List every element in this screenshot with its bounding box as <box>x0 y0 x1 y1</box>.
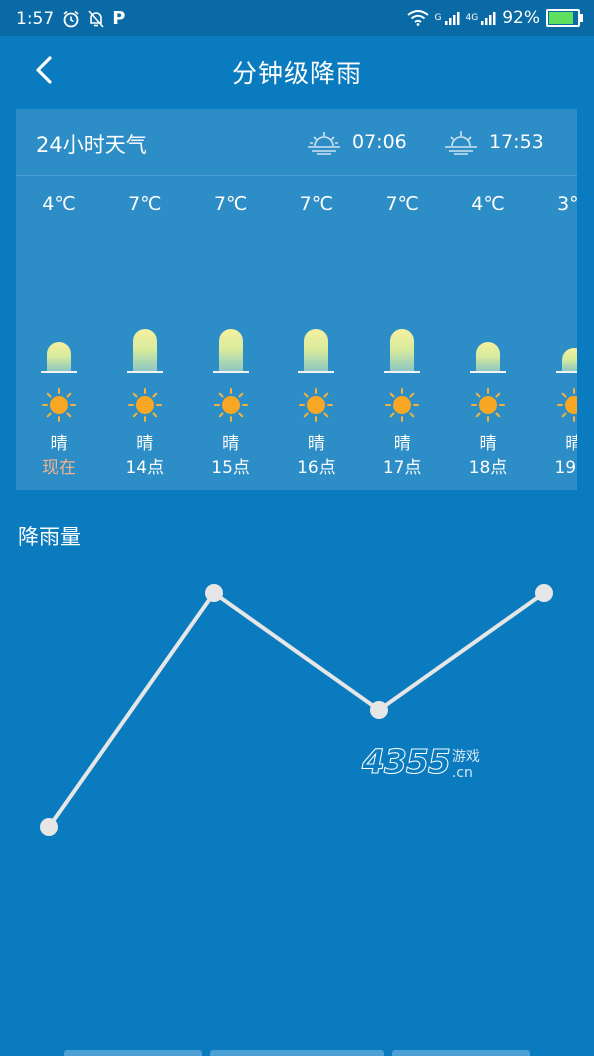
hour-condition: 晴 <box>307 434 325 454</box>
bar-baseline <box>555 371 577 373</box>
bar-baseline <box>384 371 421 373</box>
signal-4g-icon <box>481 12 496 25</box>
rainfall-point <box>205 584 223 602</box>
sunset: 17:53 <box>443 129 544 155</box>
hour-temp: 7℃ <box>213 193 248 215</box>
sunrise: 07:06 <box>306 129 407 155</box>
sun-icon <box>213 388 248 422</box>
bar-baseline <box>212 371 249 373</box>
hour-condition: 晴 <box>393 434 411 454</box>
hour-column[interactable]: 7℃ 晴 17点 <box>359 189 445 489</box>
sun-icon <box>471 388 505 422</box>
temp-bar <box>390 329 415 371</box>
tab-hint-1[interactable] <box>64 1050 202 1056</box>
page-title: 分钟级降雨 <box>231 59 362 88</box>
temp-bar <box>47 342 71 371</box>
rainfall-chart <box>40 584 553 836</box>
alarm-icon <box>63 10 79 27</box>
temp-bar <box>132 329 157 371</box>
hour-column[interactable]: 7℃ 晴 14点 <box>102 189 188 489</box>
temp-bar <box>561 348 577 371</box>
forecast-header: 24小时天气 07:06 17:53 <box>16 109 577 176</box>
tab-hint-3[interactable] <box>392 1050 530 1056</box>
forecast-title: 24小时天气 <box>36 133 147 157</box>
temp-bar <box>218 329 243 371</box>
sunset-time: 17:53 <box>489 131 544 153</box>
hour-label: 现在 <box>42 458 76 478</box>
rainfall-point <box>40 818 58 836</box>
rainfall-label: 降雨量 <box>18 525 81 549</box>
battery-icon <box>546 9 583 27</box>
hour-condition: 晴 <box>565 434 577 454</box>
bottom-tabs-hint <box>0 1050 594 1056</box>
wifi-icon <box>406 10 429 26</box>
temp-bar <box>476 342 500 371</box>
temp-bar <box>304 329 329 371</box>
title-bar: 分钟级降雨 <box>0 36 594 104</box>
hour-label: 16点 <box>297 458 336 478</box>
hour-column[interactable]: 4℃ 晴 18点 <box>445 189 531 489</box>
forecast-panel[interactable]: 24小时天气 07:06 17:53 4℃ 晴现在 7℃ 晴 14点 7℃ 晴 15点 7℃ 晴 1… <box>16 109 577 490</box>
hour-temp: 7℃ <box>385 193 419 215</box>
bar-baseline <box>126 371 163 373</box>
hour-condition: 晴 <box>479 434 497 454</box>
hour-condition: 晴 <box>222 434 240 454</box>
hour-column[interactable]: 7℃ 晴 16点 <box>273 189 359 489</box>
sun-icon <box>299 388 334 422</box>
status-left: 1:57 P <box>16 8 125 29</box>
signal-label-2: 4G <box>465 13 479 23</box>
sunrise-time: 07:06 <box>352 131 407 153</box>
hour-label: 18点 <box>468 458 508 478</box>
sun-icon <box>42 388 76 422</box>
tab-hint-2[interactable] <box>210 1050 384 1056</box>
app-badge: P <box>112 8 126 29</box>
bar-baseline <box>470 371 506 373</box>
battery-fill <box>549 12 573 24</box>
bar-baseline <box>298 371 335 373</box>
status-time: 1:57 <box>16 8 55 29</box>
rainfall-line <box>47 591 546 829</box>
sun-icon <box>556 388 577 422</box>
rainfall-point <box>535 584 553 602</box>
sunrise-icon <box>308 132 340 155</box>
signal-icon <box>444 12 459 25</box>
status-right: G 4G 92% <box>406 8 583 28</box>
hour-temp: 7℃ <box>299 193 334 215</box>
rainfall-point <box>370 701 388 719</box>
hour-label: 19点 <box>554 458 577 478</box>
hour-temp: 3℃ <box>557 193 577 215</box>
sunset-icon <box>445 131 477 155</box>
hour-temp: 4℃ <box>42 193 76 215</box>
hour-condition: 晴 <box>50 434 68 454</box>
hour-column[interactable]: 3℃ 晴 19点 <box>531 189 577 489</box>
hour-label: 14点 <box>125 458 165 478</box>
hour-temp: 4℃ <box>471 193 505 215</box>
hour-temp: 7℃ <box>128 193 162 215</box>
status-bar: 1:57 P G 4G 92% <box>0 0 594 36</box>
hour-column[interactable]: 7℃ 晴 15点 <box>188 189 274 489</box>
sun-icon <box>127 388 162 422</box>
signal-label-1: G <box>434 13 442 23</box>
bar-baseline <box>41 371 77 373</box>
hour-column[interactable]: 4℃ 晴现在 <box>16 189 102 489</box>
sun-icon <box>385 388 420 422</box>
hour-condition: 晴 <box>136 434 154 454</box>
hour-label: 17点 <box>382 458 422 478</box>
notification-off-icon <box>88 9 104 28</box>
hour-label: 15点 <box>211 458 250 478</box>
battery-percent: 92% <box>502 8 540 28</box>
